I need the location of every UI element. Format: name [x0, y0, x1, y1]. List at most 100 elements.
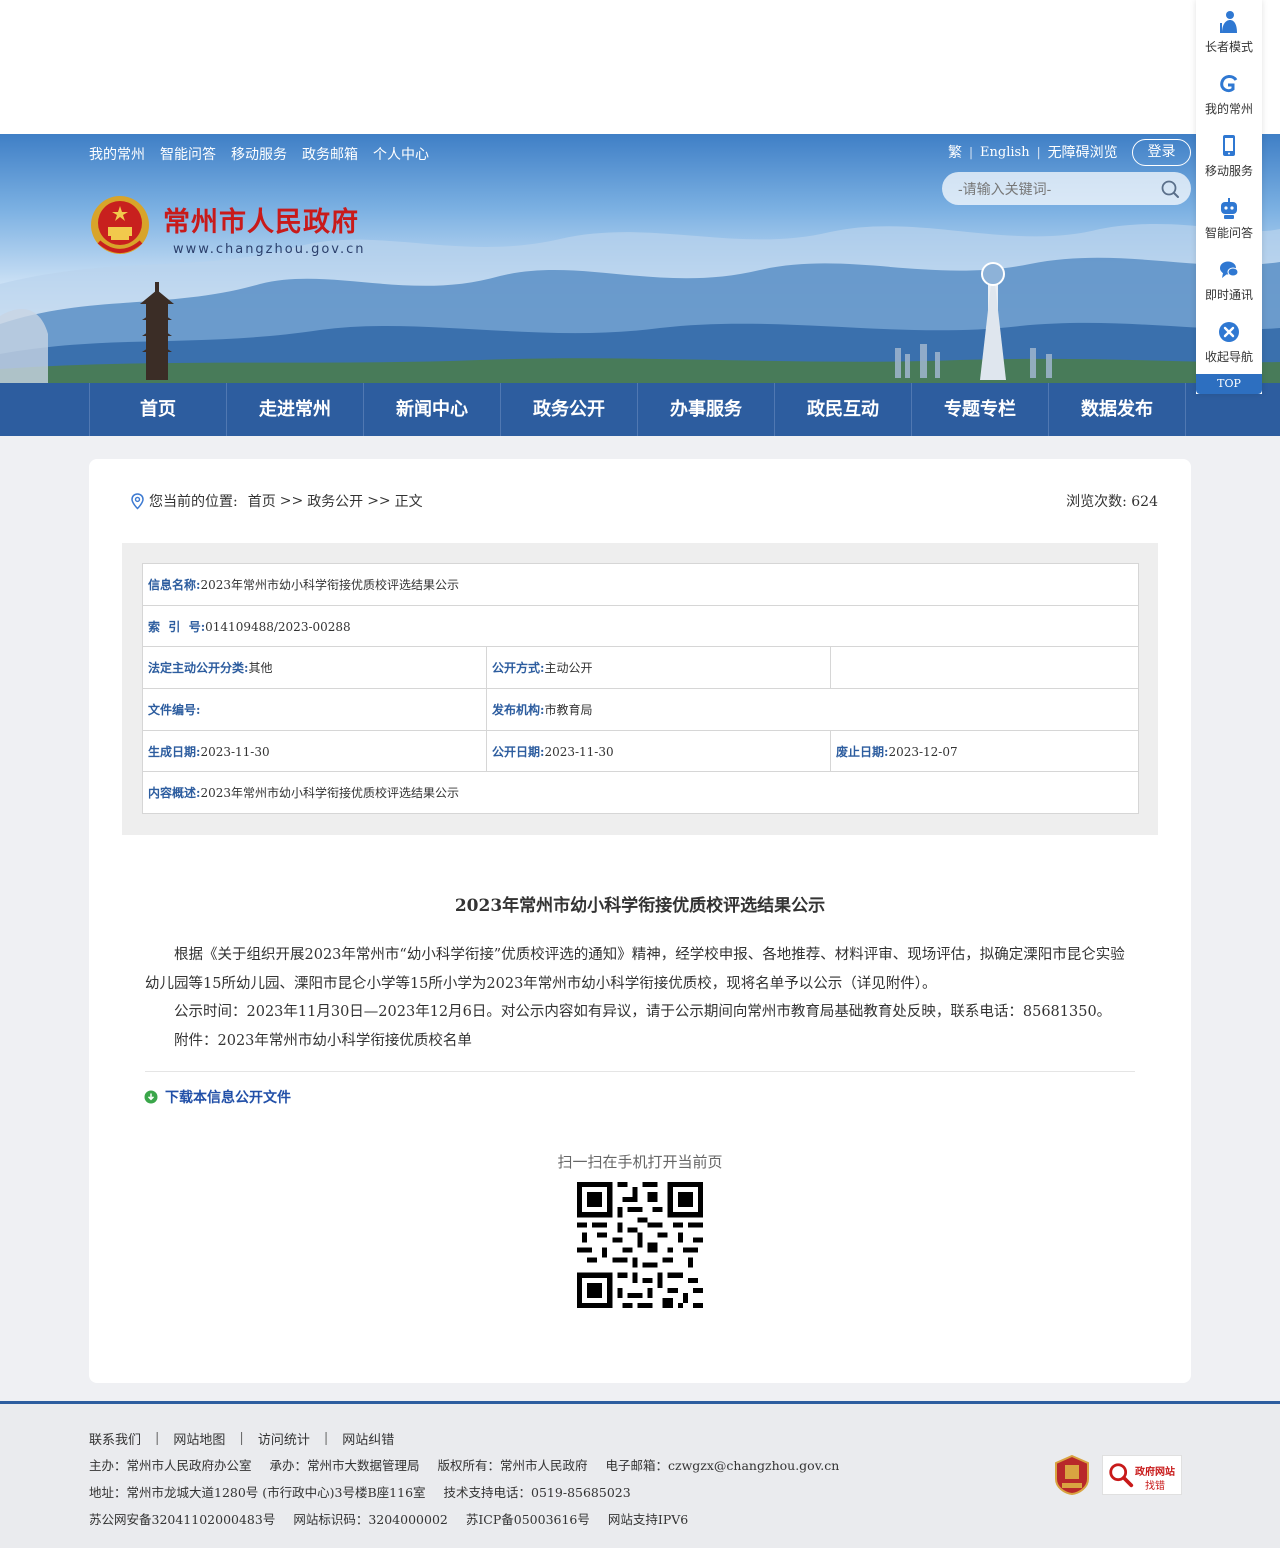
table-row: 信息名称:2023年常州市幼小科学衔接优质校评选结果公示 — [142, 563, 1139, 606]
sidebar-item-elder-mode[interactable]: 长者模式 — [1196, 0, 1262, 62]
sidebar-item-instant-message[interactable]: 即时通讯 — [1196, 248, 1262, 310]
table-row: 文件编号: 发布机构:市教育局 — [142, 688, 1139, 731]
site-url: www.changzhou.gov.cn — [173, 242, 366, 257]
sidebar-item-my-changzhou[interactable]: 我的常州 — [1196, 62, 1262, 124]
footer-link-report-error[interactable]: 网站纠错 — [342, 1429, 394, 1448]
footer-organizer-line: 主办：常州市人民政府办公室 承办：常州市大数据管理局 版权所有：常州市人民政府 … — [89, 1455, 853, 1474]
search-input[interactable] — [958, 172, 1158, 205]
main-nav: 首页 走进常州 新闻中心 政务公开 办事服务 政民互动 专题专栏 数据发布 — [0, 383, 1280, 436]
info-published-value: 2023-11-30 — [544, 744, 614, 759]
table-row: 生成日期:2023-11-30 公开日期:2023-11-30 废止日期:202… — [142, 729, 1139, 773]
footer-links: 联系我们 | 网站地图 | 访问统计 | 网站纠错 — [89, 1429, 394, 1448]
sidebar-item-label: 智能问答 — [1204, 226, 1253, 240]
breadcrumb-current[interactable]: 正文 — [395, 491, 423, 511]
info-publisher-label: 发布机构: — [492, 702, 545, 717]
elder-person-icon — [1220, 11, 1237, 33]
location-pin-icon — [131, 492, 144, 510]
footer-link-stats[interactable]: 访问统计 — [258, 1429, 310, 1448]
breadcrumb-home[interactable]: 首页 — [248, 491, 276, 511]
nav-item-about-changzhou[interactable]: 走进常州 — [227, 383, 364, 436]
info-index-label: 索 引 号: — [148, 619, 206, 634]
nav-item-gov-affairs[interactable]: 政务公开 — [501, 383, 638, 436]
gov-site-error-report-badge[interactable]: 政府网站 找错 — [1102, 1455, 1182, 1495]
info-panel: 信息名称:2023年常州市幼小科学衔接优质校评选结果公示 索 引 号:01410… — [122, 543, 1158, 835]
sidebar-item-label: 长者模式 — [1204, 40, 1253, 54]
sidebar-item-smart-qa[interactable]: 智能问答 — [1196, 186, 1262, 248]
download-label: 下载本信息公开文件 — [165, 1090, 291, 1106]
info-expired-value: 2023-12-07 — [888, 744, 958, 759]
robot-icon — [1221, 198, 1237, 219]
nav-item-home[interactable]: 首页 — [90, 383, 227, 436]
view-count-value: 624 — [1131, 494, 1158, 510]
footer-license-line: 苏公网安备32041102000483号 网站标识码：3204000002 苏I… — [89, 1509, 702, 1528]
info-summary-label: 内容概述: — [148, 786, 201, 801]
footer-link-sitemap[interactable]: 网站地图 — [173, 1429, 225, 1448]
breadcrumb-gov-affairs[interactable]: 政务公开 — [307, 491, 363, 511]
info-created-label: 生成日期: — [148, 744, 201, 759]
language-links: 繁 | English | 无障碍浏览 — [948, 142, 1118, 162]
floating-toolbar: 长者模式 我的常州 移动服务 智能问答 即时通讯 收起导航 — [1196, 0, 1262, 394]
top-link-my-changzhou[interactable]: 我的常州 — [89, 144, 145, 164]
search-icon[interactable] — [1160, 179, 1180, 199]
party-gov-badge-icon[interactable] — [1055, 1455, 1089, 1495]
sidebar-item-collapse-nav[interactable]: 收起导航 — [1196, 310, 1262, 372]
article-paragraph: 公示时间：2023年11月30日—2023年12月6日。对公示内容如有异议，请于… — [174, 1004, 1112, 1020]
search-box — [942, 172, 1191, 205]
back-to-top-button[interactable]: TOP — [1196, 374, 1262, 394]
article-paragraph: 根据《关于组织开展2023年常州市“幼小科学衔接”优质校评选的通知》精神，经学校… — [145, 947, 1125, 992]
nav-item-services[interactable]: 办事服务 — [638, 383, 775, 436]
article-paragraph: 附件：2023年常州市幼小科学衔接优质校名单 — [174, 1032, 472, 1049]
sidebar-item-label: 收起导航 — [1204, 350, 1253, 364]
info-table: 信息名称:2023年常州市幼小科学衔接优质校评选结果公示 索 引 号:01410… — [142, 563, 1139, 815]
info-mode-label: 公开方式: — [492, 661, 545, 676]
info-name-label: 信息名称: — [148, 577, 201, 592]
badge-text-gov-site: 政府网站 — [1135, 1467, 1175, 1478]
footer-site-id: 网站标识码：3204000002 — [293, 1512, 448, 1527]
footer-link-contact[interactable]: 联系我们 — [89, 1429, 141, 1448]
sidebar-item-mobile-service[interactable]: 移动服务 — [1196, 124, 1262, 186]
top-link-smart-qa[interactable]: 智能问答 — [160, 144, 216, 164]
english-link[interactable]: English — [980, 145, 1030, 160]
nav-item-data[interactable]: 数据发布 — [1049, 383, 1186, 436]
separator: | — [323, 1431, 329, 1446]
info-index-value: 014109488/2023-00288 — [205, 619, 351, 634]
footer-police-record[interactable]: 苏公网安备32041102000483号 — [89, 1512, 275, 1527]
table-row: 法定主动公开分类:其他 公开方式:主动公开 — [142, 646, 1139, 690]
footer-address: 地址：常州市龙城大道1280号 (市行政中心)3号楼B座116室 — [89, 1485, 426, 1500]
site-title: 常州市人民政府 — [163, 207, 359, 238]
close-icon — [1219, 322, 1239, 342]
table-row: 内容概述:2023年常州市幼小科学衔接优质校评选结果公示 — [142, 771, 1139, 815]
article-body: 根据《关于组织开展2023年常州市“幼小科学衔接”优质校评选的通知》精神，经学校… — [145, 941, 1135, 1055]
download-link[interactable]: 下载本信息公开文件 — [144, 1087, 291, 1107]
info-published-label: 公开日期: — [492, 744, 545, 759]
top-quick-links: 我的常州 智能问答 移动服务 政务邮箱 个人中心 — [89, 144, 429, 164]
mobile-phone-icon — [1223, 135, 1235, 156]
breadcrumb-separator: >> — [367, 493, 391, 509]
top-link-personal-center[interactable]: 个人中心 — [373, 144, 429, 164]
traditional-chinese-link[interactable]: 繁 — [948, 142, 962, 162]
top-link-mobile-service[interactable]: 移动服务 — [231, 144, 287, 164]
separator: | — [239, 1431, 244, 1446]
info-mode-value: 主动公开 — [544, 661, 593, 676]
badge-text-find-error: 找错 — [1145, 1481, 1165, 1492]
info-summary-value: 2023年常州市幼小科学衔接优质校评选结果公示 — [200, 786, 459, 801]
top-link-gov-mail[interactable]: 政务邮箱 — [302, 144, 358, 164]
nav-item-interaction[interactable]: 政民互动 — [775, 383, 912, 436]
login-button[interactable]: 登录 — [1132, 139, 1191, 166]
article-card: 您当前的位置: 首页 >> 政务公开 >> 正文 浏览次数: 624 信息名称:… — [89, 459, 1191, 1383]
footer-icp[interactable]: 苏ICP备05003616号 — [466, 1512, 590, 1527]
nav-item-topics[interactable]: 专题专栏 — [912, 383, 1049, 436]
info-docno-label: 文件编号: — [148, 702, 201, 717]
qr-caption: 扫一扫在手机打开当前页 — [557, 1153, 723, 1171]
sidebar-item-label: 移动服务 — [1204, 164, 1253, 178]
chat-bubble-icon — [1220, 261, 1239, 278]
info-created-value: 2023-11-30 — [200, 744, 270, 759]
my-changzhou-logo-icon — [1220, 75, 1238, 93]
separator: | — [1036, 145, 1041, 159]
info-category-value: 其他 — [248, 661, 273, 676]
download-icon — [144, 1090, 158, 1104]
accessibility-link[interactable]: 无障碍浏览 — [1048, 142, 1118, 162]
breadcrumb: 您当前的位置: 首页 >> 政务公开 >> 正文 — [130, 491, 423, 511]
nav-item-news[interactable]: 新闻中心 — [364, 383, 501, 436]
footer-sponsor: 主办：常州市人民政府办公室 — [89, 1458, 252, 1473]
